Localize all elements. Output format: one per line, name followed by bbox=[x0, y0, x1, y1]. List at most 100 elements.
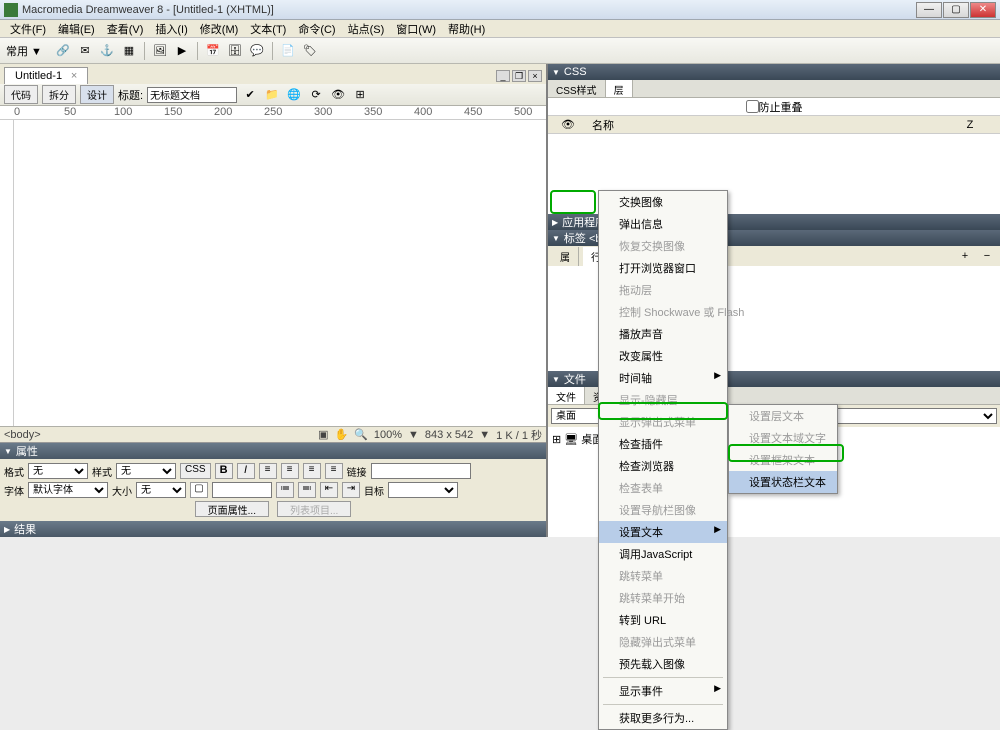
doc-restore-icon[interactable]: ❐ bbox=[512, 70, 526, 82]
ol-icon[interactable]: ≕ bbox=[298, 482, 316, 498]
doc-minimize-icon[interactable]: _ bbox=[496, 70, 510, 82]
bold-button[interactable]: B bbox=[215, 463, 233, 479]
menu-item[interactable]: 检查插件 bbox=[599, 433, 727, 455]
menu-item[interactable]: 调用JavaScript bbox=[599, 543, 727, 565]
document-tabs: Untitled-1 × _ ❐ × bbox=[0, 64, 546, 84]
results-header[interactable]: ▶结果 bbox=[0, 521, 546, 537]
menu-insert[interactable]: 插入(I) bbox=[149, 21, 193, 37]
image-icon[interactable]: 🖼 bbox=[151, 42, 169, 60]
tab-attributes[interactable]: 属 bbox=[552, 247, 579, 266]
tab-files[interactable]: 文件 bbox=[548, 387, 585, 404]
page-properties-button[interactable]: 页面属性... bbox=[195, 501, 269, 517]
menu-modify[interactable]: 修改(M) bbox=[194, 21, 245, 37]
hand-icon[interactable]: ✋ bbox=[334, 428, 348, 441]
menu-item[interactable]: 转到 URL bbox=[599, 609, 727, 631]
view-design-button[interactable]: 设计 bbox=[80, 85, 114, 104]
doc-title-input[interactable] bbox=[147, 87, 237, 103]
menu-item[interactable]: 获取更多行为... bbox=[599, 707, 727, 729]
align-left-icon[interactable]: ≡ bbox=[259, 463, 277, 479]
zoom-value[interactable]: 100% bbox=[374, 429, 402, 441]
maximize-button[interactable]: ▢ bbox=[943, 2, 969, 18]
doc-close-icon[interactable]: × bbox=[528, 70, 542, 82]
properties-header[interactable]: ▼属性 bbox=[0, 443, 546, 459]
link-input[interactable] bbox=[371, 463, 471, 479]
menu-item[interactable]: 改变属性 bbox=[599, 345, 727, 367]
style-select[interactable]: 无 bbox=[116, 463, 176, 479]
menu-item[interactable]: 设置文本▶ bbox=[599, 521, 727, 543]
target-select[interactable] bbox=[388, 482, 458, 498]
format-select[interactable]: 无 bbox=[28, 463, 88, 479]
anchor-icon[interactable]: ⚓ bbox=[98, 42, 116, 60]
email-icon[interactable]: ✉ bbox=[76, 42, 94, 60]
load-time: 1 K / 1 秒 bbox=[496, 427, 542, 443]
insert-category[interactable]: 常用 ▼ bbox=[6, 43, 42, 59]
menu-item[interactable]: 预先载入图像 bbox=[599, 653, 727, 675]
menu-view[interactable]: 查看(V) bbox=[101, 21, 150, 37]
ul-icon[interactable]: ≔ bbox=[276, 482, 294, 498]
date-icon[interactable]: 📅 bbox=[204, 42, 222, 60]
file-mgmt-icon[interactable]: 📁 bbox=[263, 86, 281, 104]
menu-text[interactable]: 文本(T) bbox=[244, 21, 292, 37]
window-size[interactable]: 843 x 542 bbox=[425, 429, 473, 441]
tag-icon[interactable]: 🏷 bbox=[301, 42, 319, 60]
color-input[interactable] bbox=[212, 482, 272, 498]
menu-item: 隐藏弹出式菜单 bbox=[599, 631, 727, 653]
document-area: Untitled-1 × _ ❐ × 代码 拆分 设计 标题: ✔ 📁 🌐 ⟳ … bbox=[0, 64, 548, 537]
menu-item[interactable]: 显示事件▶ bbox=[599, 680, 727, 702]
tag-selector[interactable]: <body> bbox=[4, 429, 318, 441]
menu-commands[interactable]: 命令(C) bbox=[292, 21, 341, 37]
pointer-icon[interactable]: ▣ bbox=[318, 428, 328, 441]
font-select[interactable]: 默认字体 bbox=[28, 482, 108, 498]
table-icon[interactable]: ▦ bbox=[120, 42, 138, 60]
css-button[interactable]: CSS bbox=[180, 463, 211, 479]
align-justify-icon[interactable]: ≡ bbox=[325, 463, 343, 479]
menu-window[interactable]: 窗口(W) bbox=[390, 21, 442, 37]
eye-column-icon[interactable]: 👁 bbox=[548, 118, 588, 131]
menu-item[interactable]: 打开浏览器窗口 bbox=[599, 257, 727, 279]
preview-icon[interactable]: 🌐 bbox=[285, 86, 303, 104]
css-panel-header[interactable]: ▼CSS bbox=[548, 64, 1000, 80]
outdent-icon[interactable]: ⇤ bbox=[320, 482, 338, 498]
add-behavior-button[interactable]: + bbox=[956, 247, 974, 265]
menu-item[interactable]: 弹出信息 bbox=[599, 213, 727, 235]
tab-css-styles[interactable]: CSS样式 bbox=[548, 80, 606, 97]
minimize-button[interactable]: — bbox=[916, 2, 942, 18]
size-select[interactable]: 无 bbox=[136, 482, 186, 498]
visual-aids-icon[interactable]: ⊞ bbox=[351, 86, 369, 104]
template-icon[interactable]: 📄 bbox=[279, 42, 297, 60]
design-canvas[interactable] bbox=[0, 120, 546, 426]
menu-item[interactable]: 设置状态栏文本 bbox=[729, 471, 837, 493]
menu-site[interactable]: 站点(S) bbox=[342, 21, 391, 37]
align-center-icon[interactable]: ≡ bbox=[281, 463, 299, 479]
menu-edit[interactable]: 编辑(E) bbox=[52, 21, 101, 37]
validate-icon[interactable]: ✔ bbox=[241, 86, 259, 104]
menu-item[interactable]: 时间轴▶ bbox=[599, 367, 727, 389]
menu-item[interactable]: 检查浏览器 bbox=[599, 455, 727, 477]
remove-behavior-button[interactable]: − bbox=[978, 247, 996, 265]
indent-icon[interactable]: ⇥ bbox=[342, 482, 360, 498]
view-split-button[interactable]: 拆分 bbox=[42, 85, 76, 104]
menu-file[interactable]: 文件(F) bbox=[4, 21, 52, 37]
doc-tab-untitled[interactable]: Untitled-1 × bbox=[4, 67, 88, 84]
menu-item: 恢复交换图像 bbox=[599, 235, 727, 257]
prevent-overlap-checkbox[interactable] bbox=[746, 100, 759, 113]
view-code-button[interactable]: 代码 bbox=[4, 85, 38, 104]
media-icon[interactable]: ▶ bbox=[173, 42, 191, 60]
italic-button[interactable]: I bbox=[237, 463, 255, 479]
doc-toolbar: 代码 拆分 设计 标题: ✔ 📁 🌐 ⟳ 👁 ⊞ bbox=[0, 84, 546, 106]
menu-help[interactable]: 帮助(H) bbox=[442, 21, 491, 37]
menu-item[interactable]: 交换图像 bbox=[599, 191, 727, 213]
zoom-icon[interactable]: 🔍 bbox=[354, 428, 368, 441]
menu-item[interactable]: 播放声音 bbox=[599, 323, 727, 345]
server-icon[interactable]: 🗄 bbox=[226, 42, 244, 60]
align-right-icon[interactable]: ≡ bbox=[303, 463, 321, 479]
color-swatch[interactable]: ▢ bbox=[190, 482, 208, 498]
hyperlink-icon[interactable]: 🔗 bbox=[54, 42, 72, 60]
close-button[interactable]: ✕ bbox=[970, 2, 996, 18]
app-icon bbox=[4, 3, 18, 17]
comment-icon[interactable]: 💬 bbox=[248, 42, 266, 60]
tab-layers[interactable]: 层 bbox=[606, 80, 633, 97]
view-options-icon[interactable]: 👁 bbox=[329, 86, 347, 104]
refresh-icon[interactable]: ⟳ bbox=[307, 86, 325, 104]
doc-tab-close-icon[interactable]: × bbox=[71, 70, 77, 82]
